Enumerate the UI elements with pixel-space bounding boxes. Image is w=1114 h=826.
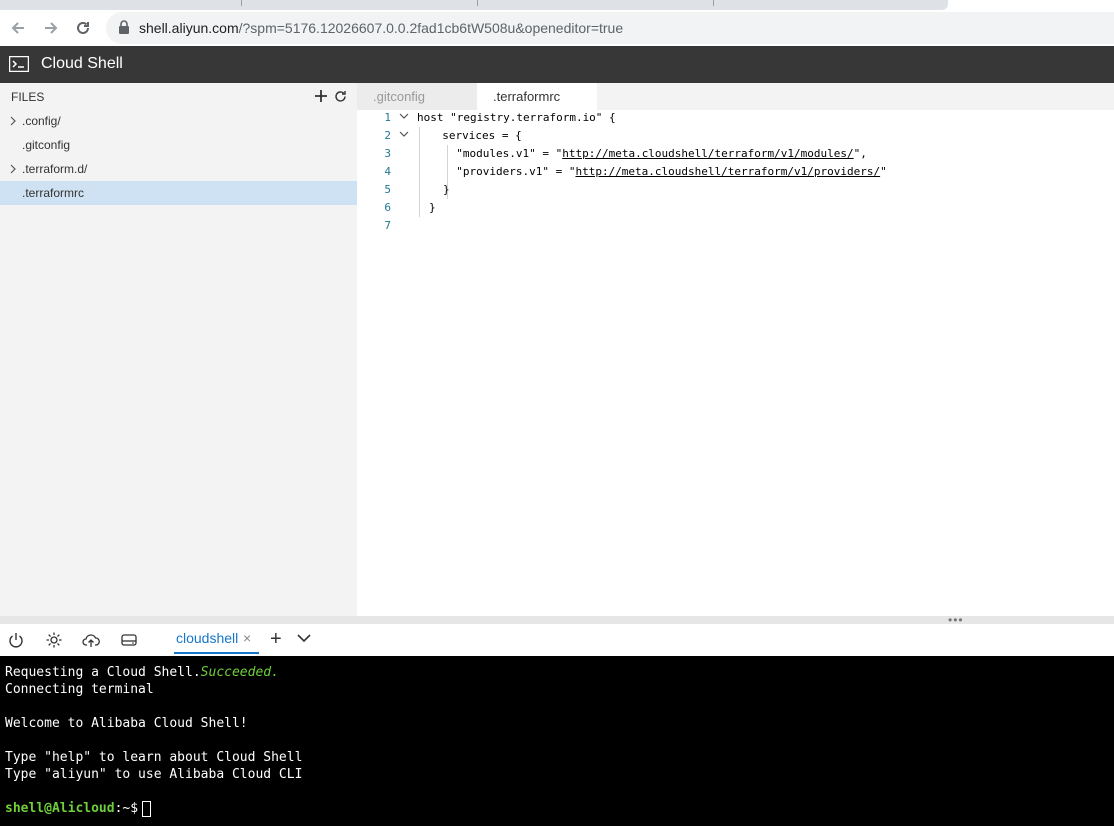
chevron-right-icon <box>9 109 17 136</box>
new-file-icon[interactable] <box>314 86 328 107</box>
terminal-line: Welcome to Alibaba Cloud Shell! <box>5 716 248 731</box>
tree-item-label: .gitconfig <box>22 138 71 152</box>
back-icon[interactable] <box>8 18 28 38</box>
tab-separator <box>713 0 714 6</box>
code-link[interactable]: http://meta.cloudshell/terraform/v1/prov… <box>575 165 880 178</box>
explorer-header: FILES <box>11 90 45 104</box>
terminal-line: Connecting terminal <box>5 682 154 697</box>
gear-icon[interactable] <box>45 631 63 649</box>
terminal-line: Requesting a Cloud Shell.Succeeded. <box>5 664 279 681</box>
code-editor: .gitconfig .terraformrc 1 host "registry… <box>357 83 1114 616</box>
line-number: 2 <box>384 129 391 142</box>
terminal-logo-icon <box>9 56 29 72</box>
chevron-right-icon <box>9 157 17 184</box>
forward-icon[interactable] <box>41 18 61 38</box>
reload-icon[interactable] <box>73 18 93 38</box>
url-text: shell.aliyun.com/?spm=5176.12026607.0.0.… <box>139 20 623 36</box>
code-text: } <box>443 183 450 196</box>
lock-icon <box>119 20 129 34</box>
code-line: 4 "providers.v1" = "http://meta.cloudshe… <box>357 163 1114 181</box>
code-text: ", <box>853 147 867 160</box>
code-text: "modules.v1" = " <box>443 147 563 160</box>
code-line: 7 <box>357 217 1114 235</box>
line-number: 7 <box>384 219 391 232</box>
app-title: Cloud Shell <box>41 55 123 72</box>
code-line: 1 host "registry.terraform.io" { <box>357 109 1114 127</box>
prompt-path: :~$ <box>114 801 139 816</box>
terminal-output[interactable]: Requesting a Cloud Shell.Succeeded. Conn… <box>0 656 1114 826</box>
code-line: 2 services = { <box>357 127 1114 145</box>
terminal-line: Type "aliyun" to use Alibaba Cloud CLI <box>5 767 303 782</box>
browser-toolbar: shell.aliyun.com/?spm=5176.12026607.0.0.… <box>0 10 1114 46</box>
address-bar[interactable]: shell.aliyun.com/?spm=5176.12026607.0.0.… <box>106 12 1114 44</box>
fold-chevron-icon[interactable] <box>399 127 409 145</box>
url-host: shell.aliyun.com <box>139 20 239 36</box>
add-terminal-button[interactable]: + <box>270 628 282 651</box>
close-icon[interactable]: × <box>243 630 251 646</box>
editor-tabs: .gitconfig .terraformrc <box>357 83 1114 110</box>
code-text: } <box>429 201 436 214</box>
panel-splitter[interactable]: ••• <box>0 613 1114 627</box>
tab-separator <box>241 0 242 6</box>
tree-item-label: .terraformrc <box>22 186 85 200</box>
tab-gitconfig[interactable]: .gitconfig <box>357 83 477 110</box>
tree-item-label: .config/ <box>22 114 61 128</box>
line-number: 3 <box>384 147 391 160</box>
terminal-prompt: shell@Alicloud:~$ <box>5 800 152 817</box>
active-tab-indicator <box>174 652 259 654</box>
terminal-tab-cloudshell[interactable]: cloudshell × <box>174 624 259 656</box>
code-text: " <box>880 165 887 178</box>
tab-separator <box>477 0 478 6</box>
terminal-cursor <box>142 800 152 817</box>
power-icon[interactable] <box>7 631 25 649</box>
refresh-icon[interactable] <box>333 86 348 108</box>
fold-chevron-icon[interactable] <box>399 109 409 127</box>
terminal-tab-label: cloudshell <box>176 630 239 646</box>
prompt-user: shell@Alicloud <box>5 801 115 816</box>
line-number: 6 <box>384 201 391 214</box>
line-number: 4 <box>384 165 391 178</box>
browser-tab-strip <box>0 0 1114 10</box>
code-text: services = { <box>429 129 522 142</box>
code-text: host "registry.terraform.io" { <box>417 111 616 124</box>
code-area[interactable]: 1 host "registry.terraform.io" { 2 servi… <box>357 109 1114 616</box>
file-explorer: FILES .config/ .gitconfig .terraform.d/ … <box>0 83 357 616</box>
line-number: 5 <box>384 183 391 196</box>
tree-item-gitconfig[interactable]: .gitconfig <box>0 133 357 157</box>
browser-tabs[interactable] <box>0 0 948 10</box>
code-line: 6 } <box>357 199 1114 217</box>
terminal-line: Type "help" to learn about Cloud Shell <box>5 750 303 765</box>
chevron-down-icon[interactable] <box>296 630 312 646</box>
url-path: /?spm=5176.12026607.0.0.2fad1cb6tW508u&o… <box>238 20 624 36</box>
code-link[interactable]: http://meta.cloudshell/terraform/v1/modu… <box>562 147 853 160</box>
code-line: 3 "modules.v1" = "http://meta.cloudshell… <box>357 145 1114 163</box>
tree-item-label: .terraform.d/ <box>22 162 88 176</box>
code-text: "providers.v1" = " <box>443 165 576 178</box>
terminal-toolbar: cloudshell × + <box>0 624 1114 656</box>
storage-icon[interactable] <box>120 631 138 649</box>
tree-item-terraform-d[interactable]: .terraform.d/ <box>0 157 357 181</box>
cloud-upload-icon[interactable] <box>82 631 100 649</box>
tree-item-config[interactable]: .config/ <box>0 109 357 133</box>
tree-item-terraformrc[interactable]: .terraformrc <box>0 181 357 205</box>
tab-terraformrc[interactable]: .terraformrc <box>477 83 597 110</box>
terminal-status: Succeeded. <box>200 665 279 680</box>
code-line: 5 } <box>357 181 1114 199</box>
line-number: 1 <box>384 111 391 124</box>
terminal-text: Requesting a Cloud Shell. <box>5 665 201 680</box>
app-header: Cloud Shell <box>0 46 1114 83</box>
